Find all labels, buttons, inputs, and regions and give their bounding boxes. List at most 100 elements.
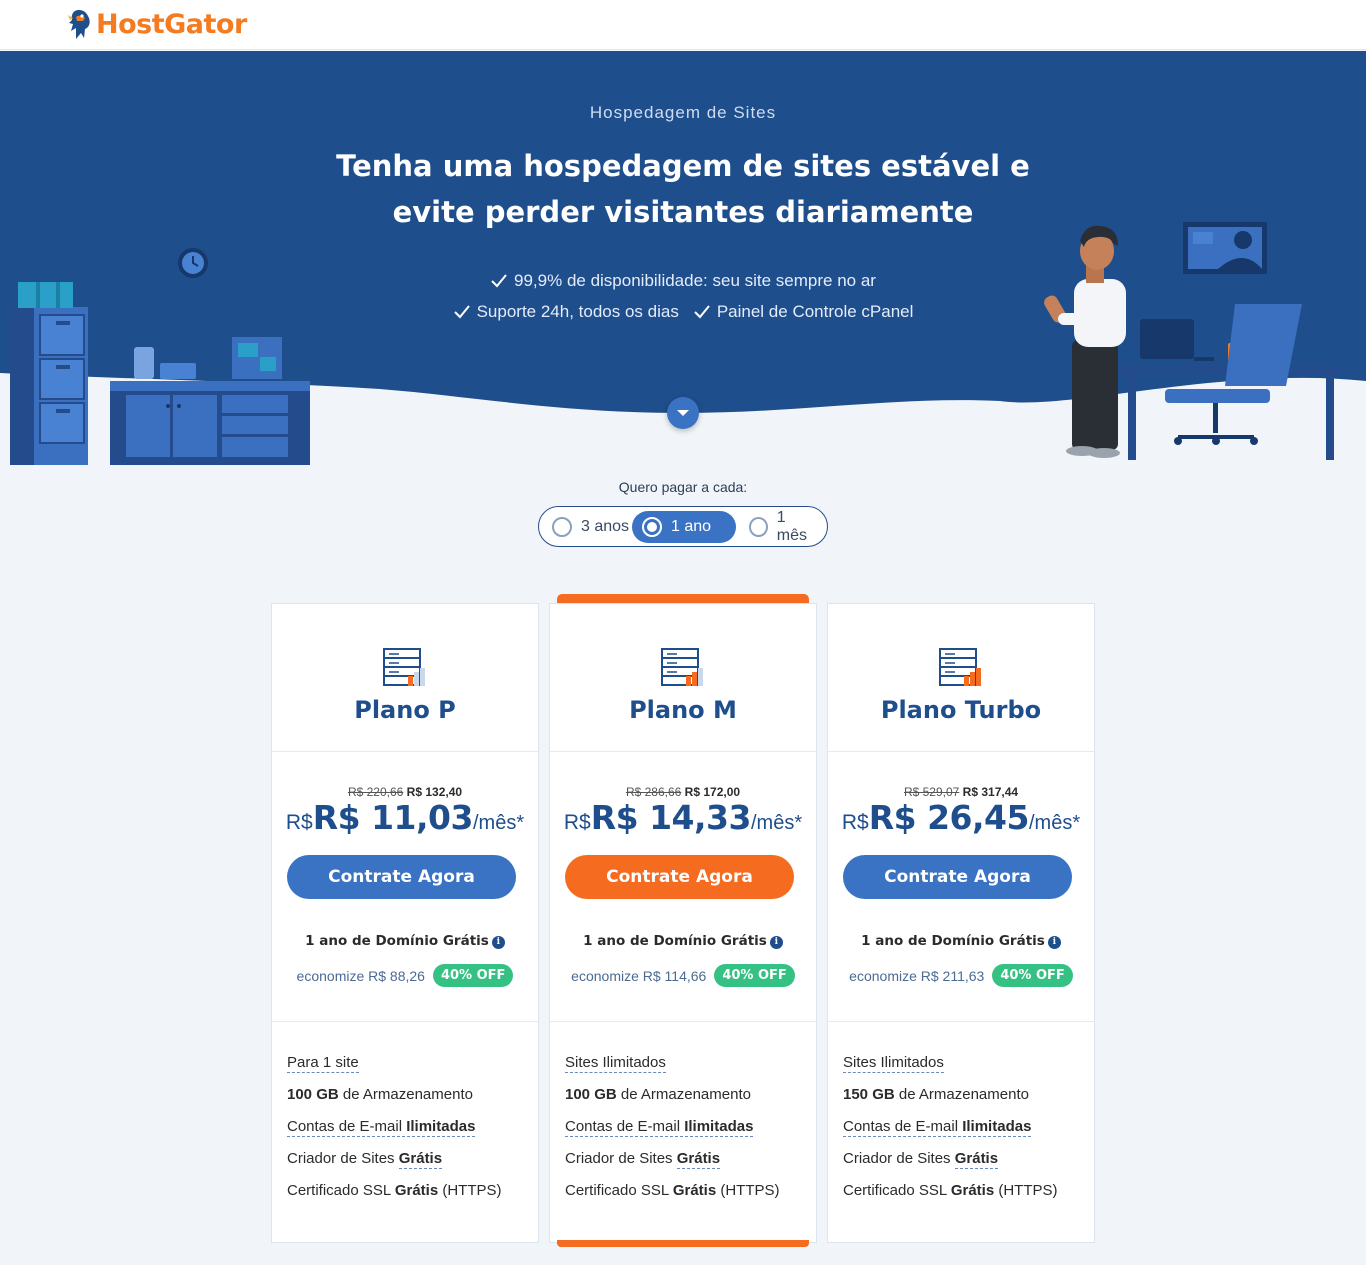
price-period: /mês* [472,812,525,834]
checkmark-icon [453,304,470,318]
feature-list: Sites Ilimitados 100 GB de Armazenamento… [565,1052,805,1212]
feature-bold[interactable]: Grátis [398,1150,443,1169]
server-icon [661,648,703,686]
hostgator-logo[interactable]: HostGator [66,6,247,42]
feature-text: Para 1 site [287,1054,359,1071]
headline-line-2: evite perder visitantes diariamente [392,195,974,229]
currency-prefix: R$ [563,811,591,834]
gator-mascot-icon [68,10,90,39]
billing-option-label: 1 mês [776,509,807,544]
radio-icon [552,517,572,537]
original-price: R$ 286,66 [625,785,682,799]
price-old: R$ 220,66 R$ 132,40 [272,785,538,799]
feature-item: Sites Ilimitados [843,1052,1083,1084]
contrate-agora-button[interactable]: Contrate Agora [843,855,1072,899]
feature-email[interactable]: Contas de E-mail Ilimitadas [843,1118,1032,1137]
currency-prefix: R$ [841,811,869,834]
original-price: R$ 220,66 [347,785,404,799]
plan-card-header: Plano Turbo [828,604,1094,752]
billing-option-1-ano[interactable]: 1 ano [632,511,736,543]
contrate-agora-button[interactable]: Contrate Agora [565,855,794,899]
feature-item: Criador de Sites Grátis [843,1148,1083,1180]
price-monthly: R$R$ 26,45/mês* [828,798,1094,837]
bullet-uptime: 99,9% de disponibilidade: seu site sempr… [490,265,876,296]
domain-text: 1 ano de Domínio Grátis [583,933,767,949]
feature-text: Criador de Sites [287,1150,399,1167]
scroll-down-button[interactable] [667,397,699,429]
feature-item: Criador de Sites Grátis [565,1148,805,1180]
price-period: /mês* [750,812,803,834]
info-icon[interactable]: i [1047,936,1061,949]
feature-text: Contas de E-mail [287,1118,407,1135]
chevron-down-icon [677,410,689,416]
discount-badge: 40% OFF [432,964,514,987]
feature-text: Criador de Sites [565,1150,677,1167]
checkmark-icon [694,304,710,318]
feature-bold: Grátis [672,1182,717,1199]
currency-prefix: R$ [285,811,313,834]
feature-item: Contas de E-mail Ilimitadas [843,1116,1083,1148]
billing-option-1-mes[interactable]: 1 mês [739,509,827,544]
domain-offer: 1 ano de Domínio Grátis i [828,933,1094,949]
savings-row: economize R$ 114,66 40% OFF [550,964,816,987]
feature-email[interactable]: Contas de E-mail Ilimitadas [287,1118,476,1137]
discounted-total: R$ 317,44 [962,785,1019,799]
server-icon [383,648,425,686]
contrate-agora-button[interactable]: Contrate Agora [287,855,516,899]
price-monthly: R$R$ 11,03/mês* [272,798,538,837]
hero-headline: Tenha uma hospedagem de sites estável e … [0,143,1366,235]
feature-bold: Ilimitadas [962,1118,1032,1135]
bullet-support: Suporte 24h, todos os dias [453,296,679,327]
feature-item: Certificado SSL Grátis (HTTPS) [287,1180,527,1212]
feature-bold[interactable]: Grátis [676,1150,721,1169]
info-icon[interactable]: i [491,936,505,949]
feature-sites[interactable]: Para 1 site [287,1054,359,1073]
card-divider [550,1021,816,1022]
savings-text: economize R$ 114,66 [571,967,707,984]
feature-text: de Armazenamento [338,1086,473,1103]
savings-row: economize R$ 211,63 40% OFF [828,964,1094,987]
feature-item: Para 1 site [287,1052,527,1084]
feature-text: Certificado SSL [287,1182,395,1199]
feature-text: Sites Ilimitados [843,1054,944,1071]
billing-label: Quero pagar a cada: [618,479,748,495]
feature-sites[interactable]: Sites Ilimitados [843,1054,944,1073]
price-monthly: R$R$ 14,33/mês* [550,798,816,837]
card-divider [272,1021,538,1022]
feature-bold: Ilimitadas [406,1118,476,1135]
feature-bold: Grátis [950,1182,995,1199]
feature-sites[interactable]: Sites Ilimitados [565,1054,666,1073]
headline-line-1: Tenha uma hospedagem de sites estável e [336,149,1030,183]
feature-email[interactable]: Contas de E-mail Ilimitadas [565,1118,754,1137]
plan-name: Plano M [629,696,737,724]
billing-option-3-anos[interactable]: 3 anos [542,511,639,543]
feature-text: (HTTPS) [994,1182,1058,1199]
plan-card-header: Plano P [272,604,538,752]
feature-text: Criador de Sites [843,1150,955,1167]
original-price: R$ 529,07 [903,785,960,799]
monthly-price: R$ 11,03 [312,798,474,837]
feature-bold: 100 GB [287,1086,339,1103]
feature-text: (HTTPS) [716,1182,780,1199]
feature-item: Sites Ilimitados [565,1052,805,1084]
feature-text: Contas de E-mail [565,1118,685,1135]
discounted-total: R$ 172,00 [684,785,741,799]
info-icon[interactable]: i [769,936,783,949]
plan-card-m: Plano M R$ 286,66 R$ 172,00 R$R$ 14,33/m… [549,603,817,1243]
feature-item: Contas de E-mail Ilimitadas [565,1116,805,1148]
savings-text: economize R$ 88,26 [296,967,425,984]
domain-text: 1 ano de Domínio Grátis [305,933,489,949]
price-old: R$ 529,07 R$ 317,44 [828,785,1094,799]
plan-card-header: Plano M [550,604,816,752]
savings-row: economize R$ 88,26 40% OFF [272,964,538,987]
top-bar: HostGator [0,0,1366,50]
feature-bold: 100 GB [565,1086,617,1103]
featured-plan-accent-bottom [557,1240,809,1247]
feature-bold[interactable]: Grátis [954,1150,999,1169]
domain-offer: 1 ano de Domínio Grátis i [272,933,538,949]
feature-item: 100 GB de Armazenamento [287,1084,527,1116]
feature-item: Certificado SSL Grátis (HTTPS) [843,1180,1083,1212]
logo-text: HostGator [96,8,247,40]
server-icon [939,648,981,686]
feature-text: Sites Ilimitados [565,1054,666,1071]
